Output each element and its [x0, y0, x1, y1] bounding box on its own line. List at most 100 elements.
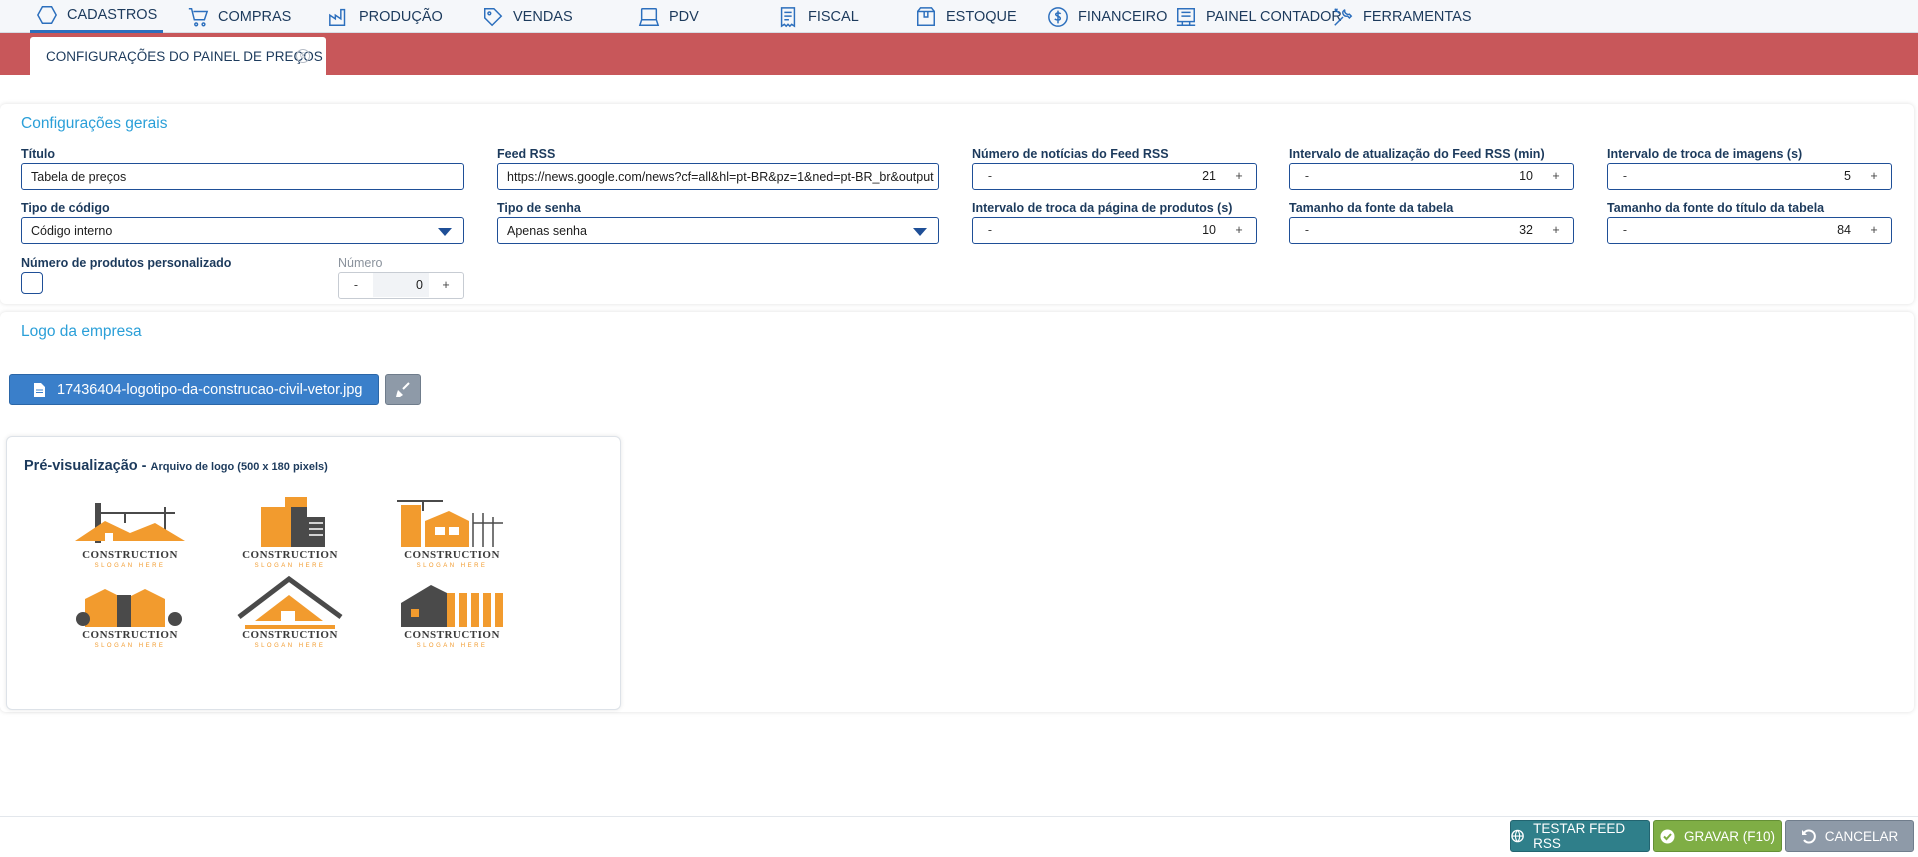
- menu-vendas[interactable]: VENDAS: [482, 0, 573, 33]
- decrement-button[interactable]: -: [1290, 164, 1324, 188]
- tag-icon: [484, 7, 503, 26]
- logo-slogan: SLOGAN HERE: [254, 643, 326, 649]
- preview-heading: Pré-visualização -: [24, 458, 147, 474]
- receipt-icon: [780, 6, 796, 28]
- num-noticias-stepper[interactable]: - 21 +: [972, 163, 1257, 190]
- fonte-titulo-label: Tamanho da fonte do título da tabela: [1607, 201, 1825, 215]
- close-icon[interactable]: ⊗: [296, 49, 310, 63]
- menu-label: PDV: [669, 8, 699, 25]
- clear-logo-button[interactable]: [385, 374, 421, 405]
- numero-stepper[interactable]: - 0 +: [338, 272, 464, 299]
- stepper-value: 0: [373, 273, 429, 297]
- fonte-titulo-stepper[interactable]: - 84 +: [1607, 217, 1892, 244]
- titulo-label: Título: [21, 147, 56, 161]
- menu-estoque[interactable]: ESTOQUE: [915, 0, 1017, 33]
- logo-slogan: SLOGAN HERE: [94, 643, 166, 649]
- increment-button[interactable]: +: [1539, 218, 1573, 242]
- construction-logo-warehouse: CONSTRUCTION SLOGAN HERE: [387, 573, 517, 649]
- skyline-graphic: [397, 500, 503, 547]
- select-value: Código interno: [31, 223, 113, 238]
- menu-cadastros[interactable]: CADASTROS: [30, 0, 164, 33]
- test-rss-button[interactable]: TESTAR FEED RSS: [1510, 820, 1650, 852]
- logo-word: CONSTRUCTION: [242, 549, 338, 561]
- intervalo-imagens-stepper[interactable]: - 5 +: [1607, 163, 1892, 190]
- save-button[interactable]: GRAVAR (F10): [1653, 820, 1782, 852]
- increment-button[interactable]: +: [1857, 164, 1891, 188]
- hexagon-icon: [36, 6, 58, 24]
- logo-slogan: SLOGAN HERE: [416, 643, 488, 649]
- numero-label: Número: [338, 256, 383, 270]
- intervalo-rss-stepper[interactable]: - 10 +: [1289, 163, 1574, 190]
- preview-subtitle: Arquivo de logo (500 x 180 pixels): [150, 461, 328, 473]
- intervalo-imagens-label: Intervalo de troca de imagens (s): [1607, 147, 1803, 161]
- caret-down-icon: [913, 228, 927, 236]
- decrement-button[interactable]: -: [973, 164, 1007, 188]
- increment-button[interactable]: +: [1222, 164, 1256, 188]
- increment-button[interactable]: +: [1857, 218, 1891, 242]
- logo-slogan: SLOGAN HERE: [416, 563, 488, 569]
- pos-terminal-icon: [638, 7, 660, 26]
- factory-icon: [329, 8, 346, 26]
- house-crane-graphic: [75, 503, 185, 543]
- logo-word: CONSTRUCTION: [404, 549, 500, 561]
- feed-rss-input[interactable]: https://news.google.com/news?cf=all&hl=p…: [497, 163, 939, 190]
- decrement-button[interactable]: -: [339, 273, 373, 297]
- button-label: TESTAR FEED RSS: [1533, 821, 1626, 851]
- menu-compras[interactable]: COMPRAS: [187, 0, 291, 33]
- menu-painel-contador[interactable]: PAINEL CONTADOR: [1175, 0, 1342, 33]
- num-noticias-label: Número de notícias do Feed RSS: [972, 147, 1169, 161]
- open-tabs-bar: CONFIGURAÇÕES DO PAINEL DE PREÇOS ⊗: [0, 33, 1918, 75]
- intervalo-pagina-stepper[interactable]: - 10 +: [972, 217, 1257, 244]
- gears-graphic: [76, 589, 182, 627]
- menu-label: CADASTROS: [67, 7, 158, 23]
- buildings-graphic: [261, 497, 325, 547]
- file-icon: [34, 382, 45, 397]
- menu-financeiro[interactable]: FINANCEIRO: [1047, 0, 1167, 33]
- logo-word: CONSTRUCTION: [82, 549, 178, 561]
- construction-logo-buildings: CONSTRUCTION SLOGAN HERE: [225, 493, 355, 569]
- menu-label: FINANCEIRO: [1078, 8, 1168, 25]
- construction-logo-roof: CONSTRUCTION SLOGAN HERE: [225, 573, 355, 649]
- stepper-value: 10: [1202, 223, 1216, 237]
- tipo-senha-select[interactable]: Apenas senha: [497, 217, 939, 244]
- undo-icon: [1801, 829, 1816, 843]
- menu-ferramentas[interactable]: FERRAMENTAS: [1332, 0, 1472, 33]
- general-settings-panel: Configurações gerais Título Tabela de pr…: [0, 104, 1914, 304]
- decrement-button[interactable]: -: [1608, 218, 1642, 242]
- increment-button[interactable]: +: [1539, 164, 1573, 188]
- increment-button[interactable]: +: [1222, 218, 1256, 242]
- stepper-value: 21: [1202, 169, 1216, 183]
- menu-pdv[interactable]: PDV: [638, 0, 699, 33]
- fonte-tabela-stepper[interactable]: - 32 +: [1289, 217, 1574, 244]
- ledger-icon: [1176, 7, 1196, 26]
- cancel-button[interactable]: CANCELAR: [1785, 820, 1914, 852]
- decrement-button[interactable]: -: [1608, 164, 1642, 188]
- tab-configuracoes-painel-precos[interactable]: CONFIGURAÇÕES DO PAINEL DE PREÇOS ⊗: [30, 37, 326, 75]
- stepper-value: 10: [1519, 169, 1533, 183]
- construction-logo-gears: CONSTRUCTION SLOGAN HERE: [65, 573, 195, 649]
- caret-down-icon: [438, 228, 452, 236]
- titulo-input[interactable]: Tabela de preços: [21, 163, 464, 190]
- logo-file-button[interactable]: 17436404-logotipo-da-construcao-civil-ve…: [9, 374, 379, 405]
- tipo-codigo-select[interactable]: Código interno: [21, 217, 464, 244]
- main-menu-bar: CADASTROS COMPRAS PRODUÇÃO VENDAS PDV FI…: [0, 0, 1918, 33]
- stepper-value: 5: [1844, 169, 1851, 183]
- warehouse-graphic: [401, 585, 503, 627]
- logo-word: CONSTRUCTION: [242, 629, 338, 641]
- decrement-button[interactable]: -: [1290, 218, 1324, 242]
- menu-label: VENDAS: [513, 8, 573, 25]
- cart-icon: [188, 7, 209, 26]
- construction-logo-house-crane: CONSTRUCTION SLOGAN HERE: [65, 493, 195, 569]
- tab-label: CONFIGURAÇÕES DO PAINEL DE PREÇOS: [46, 48, 323, 64]
- logo-word: CONSTRUCTION: [82, 629, 178, 641]
- file-name: 17436404-logotipo-da-construcao-civil-ve…: [57, 381, 363, 398]
- num-personalizado-checkbox[interactable]: [21, 272, 43, 294]
- menu-fiscal[interactable]: FISCAL: [777, 0, 859, 33]
- menu-producao[interactable]: PRODUÇÃO: [328, 0, 443, 33]
- decrement-button[interactable]: -: [973, 218, 1007, 242]
- preview-title: Pré-visualização - Arquivo de logo (500 …: [24, 458, 328, 474]
- intervalo-pagina-label: Intervalo de troca da página de produtos…: [972, 201, 1233, 215]
- check-circle-icon: [1660, 829, 1675, 843]
- increment-button[interactable]: +: [429, 273, 463, 297]
- section-title-logo: Logo da empresa: [21, 323, 142, 340]
